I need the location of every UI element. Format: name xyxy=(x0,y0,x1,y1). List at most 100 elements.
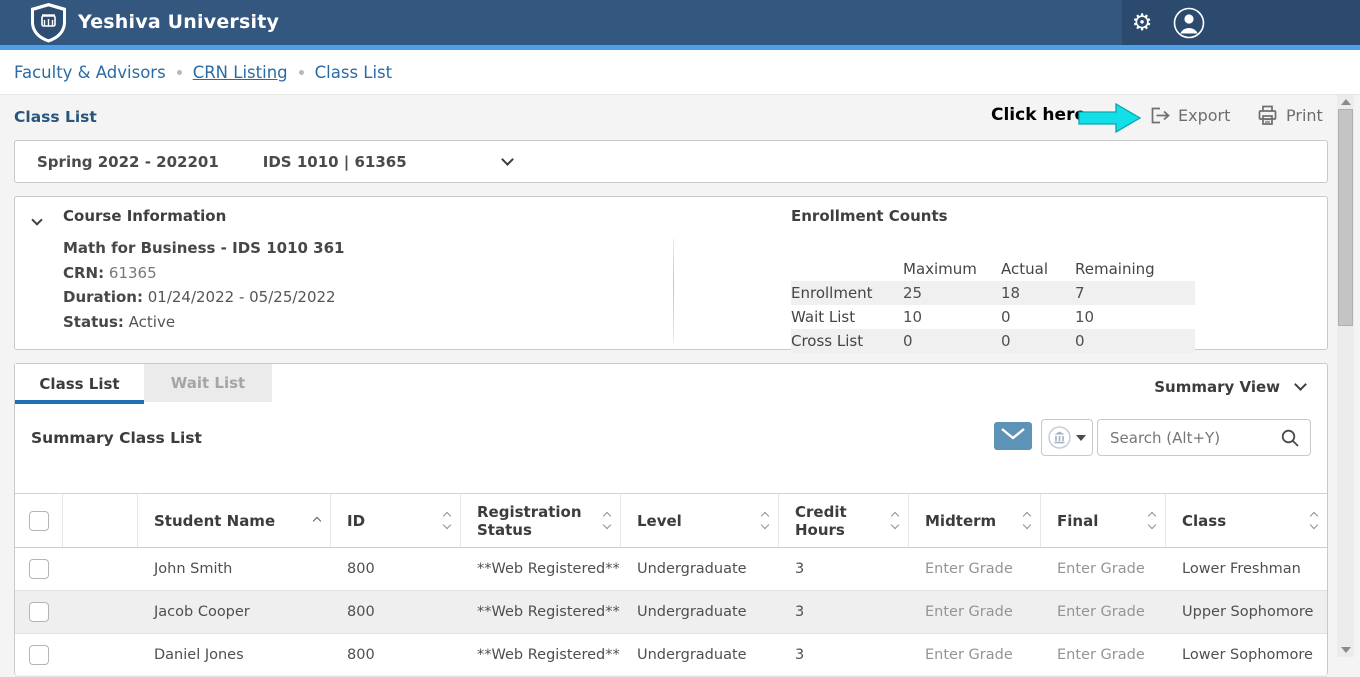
class-cell: Upper Sophomore xyxy=(1166,591,1327,633)
scroll-down-arrow-icon[interactable] xyxy=(1337,643,1354,657)
export-button[interactable]: Export xyxy=(1148,104,1230,127)
select-row-checkbox[interactable] xyxy=(29,645,49,665)
enrollment-counts-title: Enrollment Counts xyxy=(791,207,1195,225)
column-id[interactable]: ID xyxy=(331,494,461,547)
column-registration-status[interactable]: Registration Status xyxy=(461,494,621,547)
term-value: Spring 2022 - 202201 xyxy=(37,153,219,171)
breadcrumb: Faculty & Advisors CRN Listing Class Lis… xyxy=(0,50,1360,95)
university-name: Yeshiva University xyxy=(78,0,279,45)
table-row: John Smith 800 **Web Registered** Underg… xyxy=(15,548,1327,591)
export-icon xyxy=(1148,104,1171,127)
column-student-name[interactable]: Student Name xyxy=(138,494,331,547)
chevron-down-icon xyxy=(31,214,42,225)
duration-label: Duration: xyxy=(63,288,143,306)
print-icon xyxy=(1256,104,1279,127)
view-selector-dropdown[interactable]: Summary View xyxy=(1154,378,1305,396)
registration-status-cell: **Web Registered** xyxy=(461,634,621,676)
crn-value: 61365 xyxy=(109,264,157,282)
annotation-arrow-icon xyxy=(1078,102,1142,134)
sort-icon xyxy=(892,513,898,528)
midterm-grade-cell[interactable]: Enter Grade xyxy=(909,634,1041,676)
course-title: Math for Business - IDS 1010 361 xyxy=(63,239,344,257)
class-list-panel: Class List Wait List Summary View Summar… xyxy=(14,363,1328,675)
term-course-selector[interactable]: Spring 2022 - 202201 IDS 1010 | 61365 xyxy=(14,140,1328,183)
summary-class-list-title: Summary Class List xyxy=(31,429,202,447)
sort-icon xyxy=(1311,513,1317,528)
final-grade-cell[interactable]: Enter Grade xyxy=(1041,634,1166,676)
course-information-title: Course Information xyxy=(63,207,226,225)
search-icon xyxy=(1280,428,1300,448)
enrollment-counts-table: Maximum Actual Remaining Enrollment 25 1… xyxy=(791,257,1195,353)
search-input[interactable] xyxy=(1110,429,1280,447)
course-details: Math for Business - IDS 1010 361 CRN: 61… xyxy=(63,236,344,334)
cohort-filter-dropdown[interactable] xyxy=(1041,419,1093,456)
photo-cell xyxy=(63,548,138,590)
class-cell: Lower Sophomore xyxy=(1166,634,1327,676)
column-midterm[interactable]: Midterm xyxy=(909,494,1041,547)
collapse-section-button[interactable] xyxy=(33,210,41,228)
tab-wait-list[interactable]: Wait List xyxy=(144,364,272,402)
credit-hours-cell: 3 xyxy=(779,591,909,633)
column-level[interactable]: Level xyxy=(621,494,779,547)
user-profile-icon[interactable] xyxy=(1170,0,1208,45)
sort-icon xyxy=(604,513,610,528)
registration-status-cell: **Web Registered** xyxy=(461,591,621,633)
sort-icon xyxy=(444,513,450,528)
university-logo-icon xyxy=(28,2,69,43)
scrollbar-thumb[interactable] xyxy=(1338,109,1353,326)
column-class[interactable]: Class xyxy=(1166,494,1327,547)
final-grade-cell[interactable]: Enter Grade xyxy=(1041,548,1166,590)
vertical-scrollbar[interactable] xyxy=(1337,95,1354,657)
email-students-button[interactable] xyxy=(994,422,1032,450)
select-all-checkbox[interactable] xyxy=(29,511,49,531)
tab-bar: Class List Wait List xyxy=(15,364,272,408)
table-row: Daniel Jones 800 **Web Registered** Unde… xyxy=(15,634,1327,677)
course-information-panel: Course Information Math for Business - I… xyxy=(14,196,1328,350)
chevron-down-icon xyxy=(1294,378,1307,391)
click-here-annotation: Click here xyxy=(991,105,1086,125)
student-name-cell: Jacob Cooper xyxy=(138,591,331,633)
crn-label: CRN: xyxy=(63,264,104,282)
registration-status-cell: **Web Registered** xyxy=(461,548,621,590)
breadcrumb-crn-listing[interactable]: CRN Listing xyxy=(193,63,288,82)
tab-class-list[interactable]: Class List xyxy=(15,364,144,404)
print-button[interactable]: Print xyxy=(1256,104,1323,127)
table-row: Jacob Cooper 800 **Web Registered** Unde… xyxy=(15,591,1327,634)
class-cell: Lower Freshman xyxy=(1166,548,1327,590)
app-header: Yeshiva University ⚙ xyxy=(0,0,1360,45)
chevron-down-icon xyxy=(501,153,514,166)
level-cell: Undergraduate xyxy=(621,548,779,590)
column-photo xyxy=(63,494,138,547)
select-row-checkbox[interactable] xyxy=(29,602,49,622)
table-header-row: Student Name ID Registration Status Leve… xyxy=(15,493,1327,548)
credit-hours-cell: 3 xyxy=(779,548,909,590)
column-final[interactable]: Final xyxy=(1041,494,1166,547)
breadcrumb-separator-icon xyxy=(177,70,182,75)
enrollment-row: Enrollment 25 18 7 xyxy=(791,281,1195,305)
id-cell: 800 xyxy=(331,591,461,633)
caret-down-icon xyxy=(1076,435,1086,441)
midterm-grade-cell[interactable]: Enter Grade xyxy=(909,591,1041,633)
enrollment-counts-header: Maximum Actual Remaining xyxy=(791,257,1195,281)
sort-icon xyxy=(1149,513,1155,528)
final-grade-cell[interactable]: Enter Grade xyxy=(1041,591,1166,633)
status-value: Active xyxy=(129,313,175,331)
photo-cell xyxy=(63,634,138,676)
duration-value: 01/24/2022 - 05/25/2022 xyxy=(148,288,336,306)
envelope-icon xyxy=(1000,427,1026,445)
wait-list-row: Wait List 10 0 10 xyxy=(791,305,1195,329)
column-credit-hours[interactable]: Credit Hours xyxy=(779,494,909,547)
breadcrumb-faculty-advisors[interactable]: Faculty & Advisors xyxy=(14,63,166,82)
search-field[interactable] xyxy=(1097,419,1311,456)
select-row-checkbox[interactable] xyxy=(29,559,49,579)
sort-icon xyxy=(762,513,768,528)
level-cell: Undergraduate xyxy=(621,634,779,676)
midterm-grade-cell[interactable]: Enter Grade xyxy=(909,548,1041,590)
class-list-table: Student Name ID Registration Status Leve… xyxy=(15,493,1327,677)
settings-gear-icon[interactable]: ⚙ xyxy=(1126,0,1158,45)
enrollment-counts-panel: Enrollment Counts Maximum Actual Remaini… xyxy=(791,207,1195,353)
student-name-cell: John Smith xyxy=(138,548,331,590)
course-value: IDS 1010 | 61365 xyxy=(263,153,407,171)
breadcrumb-class-list[interactable]: Class List xyxy=(315,63,393,82)
scroll-up-arrow-icon[interactable] xyxy=(1337,95,1354,109)
